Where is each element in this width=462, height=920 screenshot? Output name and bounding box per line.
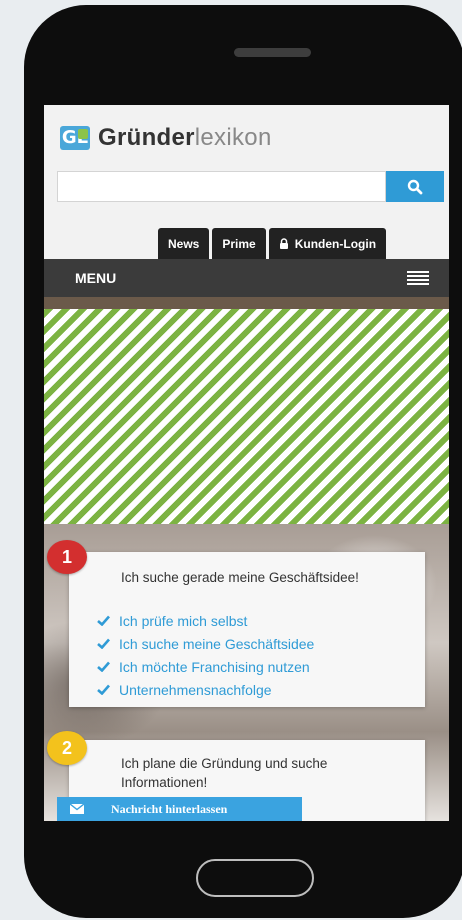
card-2-heading: Ich plane die Gründung und suche Informa… bbox=[121, 756, 328, 790]
phone-speaker bbox=[234, 48, 311, 57]
logo-badge: GL bbox=[60, 126, 90, 150]
search-icon bbox=[407, 179, 423, 194]
phone-home-button[interactable] bbox=[196, 859, 314, 897]
step-badge-2: 2 bbox=[47, 731, 87, 765]
card-link-label[interactable]: Ich prüfe mich selbst bbox=[119, 613, 247, 629]
nav-news-label: News bbox=[168, 236, 200, 251]
menu-bar[interactable]: MENU bbox=[44, 259, 449, 297]
leave-message-button[interactable]: Nachricht hinterlassen bbox=[57, 797, 302, 821]
logo-name-bold: Gründer bbox=[98, 124, 195, 151]
card-link[interactable]: Ich suche meine Geschäftsidee bbox=[97, 632, 314, 655]
nav-news-button[interactable]: News bbox=[158, 228, 210, 259]
card-1-links: Ich prüfe mich selbst Ich suche meine Ge… bbox=[97, 609, 314, 701]
search-button[interactable] bbox=[386, 171, 444, 202]
menu-label: MENU bbox=[75, 270, 117, 286]
nav-login-button[interactable]: Kunden-Login bbox=[268, 228, 387, 259]
nav-login-label: Kunden-Login bbox=[294, 236, 377, 251]
nav-prime-label: Prime bbox=[222, 236, 256, 251]
card-link-label[interactable]: Ich suche meine Geschäftsidee bbox=[119, 636, 314, 652]
logo-wordmark: Gründerlexikon bbox=[98, 124, 272, 152]
striped-banner bbox=[44, 309, 449, 524]
card-link[interactable]: Ich möchte Franchising nutzen bbox=[97, 655, 314, 678]
leave-message-label: Nachricht hinterlassen bbox=[111, 801, 228, 816]
step-badge-1: 1 bbox=[47, 540, 87, 574]
envelope-icon bbox=[57, 804, 97, 814]
checkmark-icon bbox=[97, 615, 110, 626]
card-link[interactable]: Unternehmensnachfolge bbox=[97, 678, 314, 701]
card-link[interactable]: Ich prüfe mich selbst bbox=[97, 609, 314, 632]
card-1-heading: Ich suche gerade meine Geschäftsidee! bbox=[121, 570, 359, 585]
checkmark-icon bbox=[97, 684, 110, 695]
mobile-screen: GL Gründerlexikon News Prime Kunden-Logi… bbox=[44, 105, 449, 821]
logo-name-light: lexikon bbox=[194, 124, 272, 151]
search-bar bbox=[57, 171, 444, 202]
checkmark-icon bbox=[97, 638, 110, 649]
nav-prime-button[interactable]: Prime bbox=[212, 228, 266, 259]
info-card-1: Ich suche gerade meine Geschäftsidee! Ic… bbox=[69, 552, 425, 707]
hamburger-icon[interactable] bbox=[407, 271, 429, 285]
header-photo-strip bbox=[44, 297, 449, 309]
checkmark-icon bbox=[97, 661, 110, 672]
card-link-label[interactable]: Ich möchte Franchising nutzen bbox=[119, 659, 310, 675]
search-input[interactable] bbox=[57, 171, 386, 202]
top-nav: News Prime Kunden-Login bbox=[158, 228, 387, 259]
lock-icon bbox=[279, 238, 288, 249]
card-link-label[interactable]: Unternehmensnachfolge bbox=[119, 682, 272, 698]
site-logo[interactable]: GL Gründerlexikon bbox=[60, 124, 272, 152]
